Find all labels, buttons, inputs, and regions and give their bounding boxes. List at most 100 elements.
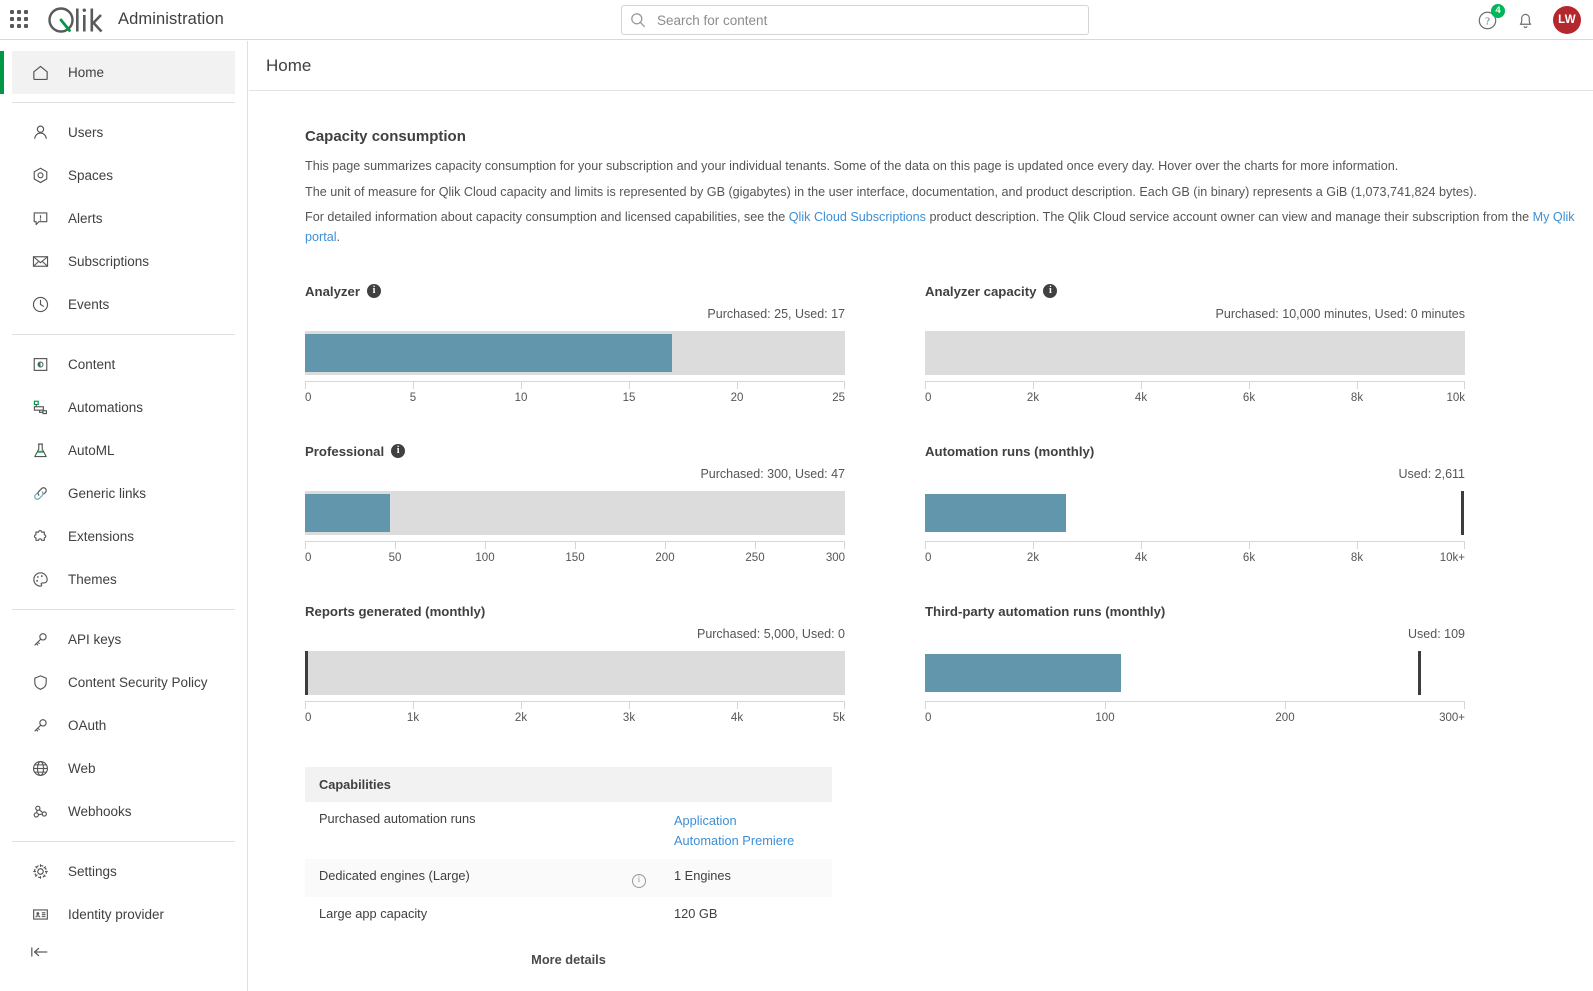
axis-tick-label: 100 (1095, 712, 1115, 725)
sidebar-item-subscriptions[interactable]: Subscriptions (12, 240, 235, 283)
info-icon[interactable]: i (1043, 284, 1058, 299)
axis-tick (1105, 702, 1106, 710)
capability-link[interactable]: Automation Premiere (674, 831, 818, 850)
axis-tick (521, 702, 522, 710)
key-icon (30, 716, 50, 736)
avatar[interactable]: LW (1553, 6, 1581, 34)
table-row: Large app capacity 120 GB (305, 897, 832, 930)
capability-value: 1 Engines (660, 858, 832, 897)
axis-tick (665, 542, 666, 550)
sidebar: Home Users Spaces Alerts Subscriptions E… (0, 41, 248, 991)
description-paragraph-2: The unit of measure for Qlik Cloud capac… (305, 184, 1477, 199)
chart-title: Professional (305, 443, 385, 459)
axis-tick (1141, 542, 1142, 550)
axis-tick-label: 100 (475, 552, 495, 565)
chart-axis: 0 2k 4k 6k 8k 10k (925, 381, 1465, 411)
qlik-cloud-subscriptions-link[interactable]: Qlik Cloud Subscriptions (789, 210, 926, 224)
sidebar-collapse-button[interactable] (12, 936, 235, 972)
help-button[interactable]: ? 4 (1477, 3, 1505, 31)
axis-tick (844, 702, 845, 710)
bar-track (305, 651, 845, 696)
axis-tick-label: 0 (925, 552, 932, 565)
bar-start-marker (305, 651, 308, 696)
capacity-chart: Analyzer capacity i Purchased: 10,000 minu… (925, 281, 1465, 411)
axis-tick-label: 10k (1446, 392, 1465, 405)
chart-bar-area[interactable] (305, 491, 845, 536)
axis-tick-label: 2k (1026, 392, 1040, 405)
axis-tick (1464, 542, 1465, 550)
section-title: Capacity consumption (305, 128, 466, 145)
sidebar-item-content[interactable]: Content (12, 343, 235, 386)
axis-tick-label: 200 (1275, 712, 1295, 725)
sidebar-item-users[interactable]: Users (12, 111, 235, 154)
sidebar-item-label: Events (68, 297, 110, 312)
top-bar: Administration ? 4 LW (0, 0, 1593, 40)
chart-bar-area[interactable] (305, 651, 845, 696)
home-icon (30, 63, 50, 83)
sidebar-item-alerts[interactable]: Alerts (12, 197, 235, 240)
sidebar-item-label: Themes (68, 572, 117, 587)
sidebar-item-webhooks[interactable]: Webhooks (12, 790, 235, 833)
axis-tick (1141, 382, 1142, 390)
notifications-button[interactable] (1516, 10, 1535, 30)
chart-bar-area[interactable] (925, 331, 1465, 376)
sidebar-item-events[interactable]: Events (12, 283, 235, 326)
sidebar-item-automations[interactable]: Automations (12, 386, 235, 429)
sidebar-item-api-keys[interactable]: API keys (12, 618, 235, 661)
chart-title: Automation runs (monthly) (925, 443, 1095, 459)
sidebar-item-settings[interactable]: Settings (12, 850, 235, 893)
globe-icon (30, 759, 50, 779)
table-row: Purchased automation runs Application Auto… (305, 802, 832, 859)
search-icon (631, 13, 646, 28)
axis-tick-label: 6k (1242, 552, 1256, 565)
description-paragraph-1: This page summarizes capacity consumptio… (305, 159, 1399, 173)
link-icon (30, 484, 50, 504)
axis-tick-label: 0 (925, 712, 932, 725)
sidebar-item-extensions[interactable]: Extensions (12, 515, 235, 558)
chart-axis: 0 2k 4k 6k 8k 10k+ (925, 541, 1465, 571)
sidebar-item-home[interactable]: Home (0, 51, 235, 94)
axis-tick-label: 6k (1242, 392, 1256, 405)
bar-fill (925, 494, 1066, 533)
sidebar-item-spaces[interactable]: Spaces (12, 154, 235, 197)
para3-pre: For detailed information about capacity … (305, 210, 789, 225)
search-box[interactable] (621, 5, 1089, 35)
more-details-link[interactable]: More details (305, 952, 832, 967)
app-grid-icon[interactable] (10, 9, 30, 30)
axis-tick (1249, 542, 1250, 550)
qlik-logo[interactable] (44, 5, 106, 35)
axis-tick (737, 702, 738, 710)
sidebar-divider (12, 334, 235, 335)
chart-bar-area[interactable] (925, 651, 1465, 696)
sidebar-item-label: Subscriptions (68, 254, 150, 269)
chart-title-row: Professional i (305, 441, 845, 461)
sidebar-item-automl[interactable]: AutoML (12, 429, 235, 472)
sidebar-item-label: Content Security Policy (68, 675, 208, 690)
info-icon[interactable]: i (391, 444, 406, 459)
chart-title-row: Automation runs (monthly) (925, 441, 1465, 461)
search-input[interactable] (655, 7, 1055, 33)
axis-tick (485, 542, 486, 550)
chart-subtitle: Purchased: 300, Used: 47 (700, 467, 845, 482)
info-icon[interactable]: i (366, 284, 381, 299)
sidebar-item-identity-provider[interactable]: Identity provider (12, 893, 235, 936)
axis-tick (1033, 382, 1034, 390)
chart-bar-area[interactable] (305, 331, 845, 376)
axis-tick-label: 15 (622, 392, 636, 405)
sidebar-item-oauth[interactable]: OAuth (12, 704, 235, 747)
info-icon[interactable]: i (632, 873, 646, 888)
axis-tick (1285, 702, 1286, 710)
chart-bar-area[interactable] (925, 491, 1465, 536)
axis-tick-label: 0 (305, 712, 312, 725)
capability-link[interactable]: Application (674, 811, 818, 830)
gear-icon (30, 862, 50, 882)
sidebar-item-label: Extensions (68, 529, 135, 544)
chart-subtitle: Used: 109 (1408, 627, 1465, 642)
sidebar-item-generic-links[interactable]: Generic links (12, 472, 235, 515)
capacity-charts-grid: Analyzer i Purchased: 25, Used: 17 0 5 10 15 20… (305, 281, 1593, 761)
sidebar-item-content-security-policy[interactable]: Content Security Policy (12, 661, 235, 704)
palette-icon (30, 570, 50, 590)
sidebar-item-web[interactable]: Web (12, 747, 235, 790)
axis-tick (737, 382, 738, 390)
sidebar-item-themes[interactable]: Themes (12, 558, 235, 601)
